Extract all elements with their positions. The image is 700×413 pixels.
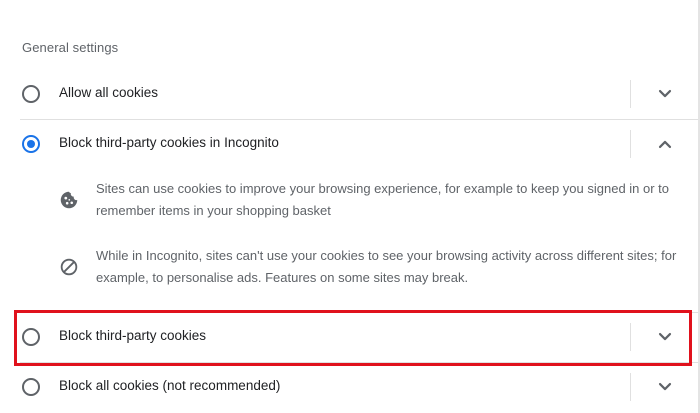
option-label: Block third-party cookies in Incognito xyxy=(59,135,279,150)
section-title: General settings xyxy=(22,40,119,55)
option-block-all-cookies[interactable]: Block all cookies (not recommended) xyxy=(0,363,698,411)
option-label: Block all cookies (not recommended) xyxy=(59,378,281,393)
block-icon xyxy=(60,258,78,276)
radio-allow-all-cookies[interactable] xyxy=(22,85,40,103)
chevron-down-icon[interactable] xyxy=(652,374,678,400)
option-allow-all-cookies[interactable]: Allow all cookies xyxy=(0,70,698,118)
separator xyxy=(630,323,631,351)
radio-block-third-party-incognito[interactable] xyxy=(22,135,40,153)
radio-block-third-party-cookies[interactable] xyxy=(22,328,40,346)
option-label: Block third-party cookies xyxy=(59,328,207,343)
separator xyxy=(630,80,631,108)
detail-text: While in Incognito, sites can't use your… xyxy=(96,248,677,285)
cookie-icon xyxy=(60,191,78,209)
detail-text: Sites can use cookies to improve your br… xyxy=(96,181,670,218)
chevron-up-icon[interactable] xyxy=(652,131,678,157)
option-block-third-party-incognito[interactable]: Block third-party cookies in Incognito xyxy=(0,120,698,168)
chevron-down-icon[interactable] xyxy=(652,324,678,350)
chevron-down-icon[interactable] xyxy=(652,81,678,107)
separator xyxy=(630,373,631,401)
separator xyxy=(630,130,631,158)
option-block-third-party-cookies[interactable]: Block third-party cookies xyxy=(0,313,698,361)
radio-block-all-cookies[interactable] xyxy=(22,378,40,396)
option-label: Allow all cookies xyxy=(59,85,159,100)
